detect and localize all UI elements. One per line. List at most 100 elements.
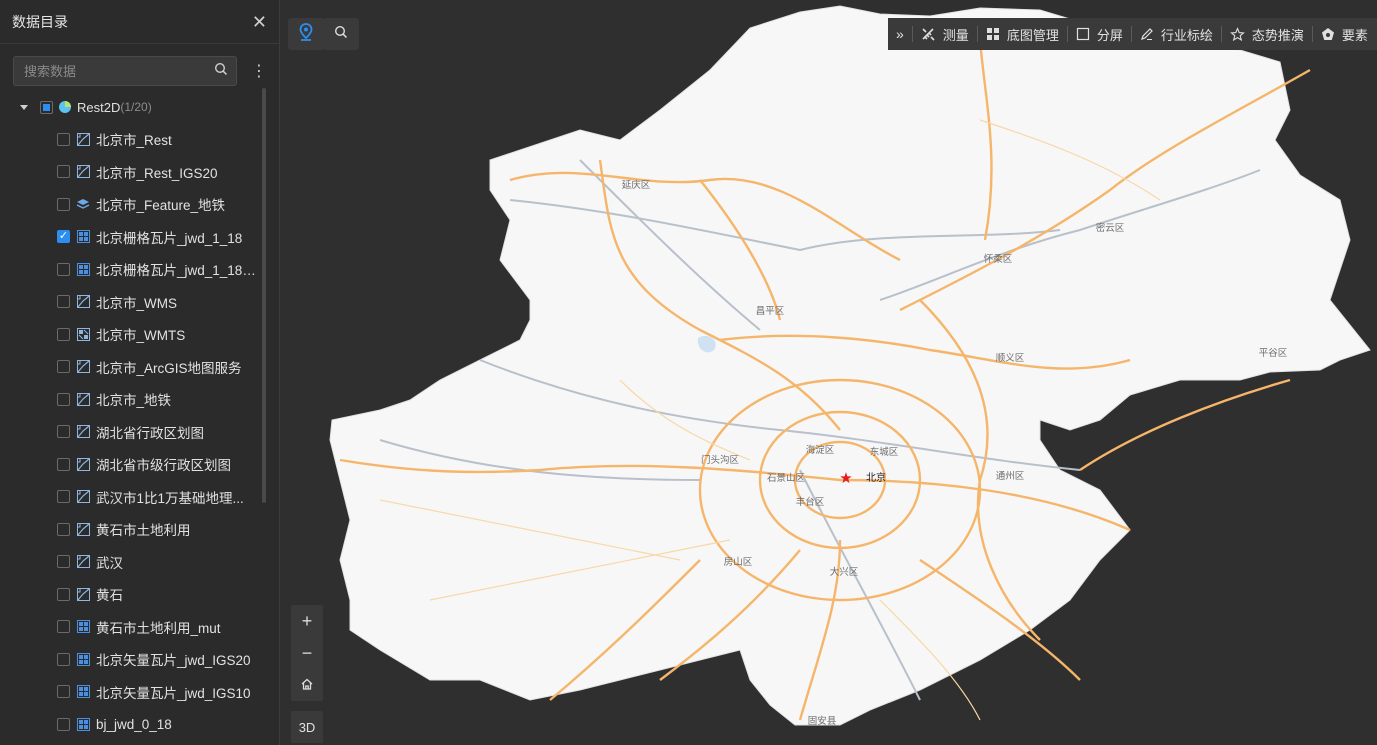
tree-layer-item[interactable]: 北京市_WMTS [0, 318, 262, 351]
toolbar-label: 分屏 [1096, 27, 1123, 43]
tree-layer-item[interactable]: 北京矢量瓦片_jwd_IGS20 [0, 643, 262, 676]
center-label: 北京 [866, 471, 886, 484]
layer-checkbox[interactable] [57, 522, 70, 536]
tree-layer-item[interactable]: 黄石市土地利用_mut [0, 611, 262, 644]
layer-checkbox[interactable] [57, 392, 70, 406]
district-label: 东城区 [870, 446, 899, 458]
plus-icon: + [301, 610, 313, 631]
layer-checkbox[interactable] [57, 717, 70, 731]
data-catalog-panel: 数据目录 ✕ ⋮ Rest2D(1/20) 北京市_Rest 北京市_Rest_I… [0, 0, 280, 745]
tile-layer-icon [76, 262, 90, 276]
tree-layer-item[interactable]: 北京矢量瓦片_jwd_IGS10 [0, 676, 262, 709]
tree-layer-item[interactable]: 北京市_Rest [0, 123, 262, 156]
tree-layer-item[interactable]: 湖北省行政区划图 [0, 416, 262, 449]
close-icon[interactable]: ✕ [252, 13, 267, 31]
layer-checkbox[interactable] [57, 457, 70, 471]
scrollbar[interactable] [262, 88, 266, 503]
tree-layer-item[interactable]: 北京市_Feature_地铁 [0, 188, 262, 221]
layer-label: 北京栅格瓦片_jwd_1_18 [96, 230, 243, 246]
tree-layer-item[interactable]: bj_jwd_0_18 [0, 708, 262, 741]
top-toolbar: » 测量 底图管理 分屏 行业标绘 态势推演 要素 [888, 18, 1377, 50]
tree-layer-item[interactable]: 北京栅格瓦片_jwd_1_18 [0, 221, 262, 254]
toolbar-label: 底图管理 [1006, 27, 1059, 43]
toolbar-label: 测量 [942, 27, 969, 43]
layer-label: bj_jwd_0_18 [96, 716, 172, 732]
home-button[interactable] [291, 669, 323, 701]
raster-layer-icon [76, 457, 90, 471]
layer-checkbox[interactable] [57, 197, 70, 211]
tree-layer-item[interactable]: 武汉 [0, 546, 262, 579]
map-canvas[interactable]: 延庆区 密云区 怀柔区 昌平区 顺义区 平谷区 门头沟区 海淀区 东城区 石景山区 通州区 丰台区 房山… [280, 0, 1377, 745]
raster-layer-icon [76, 490, 90, 504]
toolbar-label: 行业标绘 [1160, 27, 1213, 43]
district-label: 房山区 [724, 556, 753, 568]
layer-checkbox[interactable] [57, 425, 70, 439]
search-input[interactable] [22, 62, 214, 80]
zoom-controls: + − [291, 605, 323, 701]
raster-layer-icon [76, 132, 90, 146]
layer-checkbox[interactable] [57, 295, 70, 309]
layer-label: 北京市_Rest_IGS20 [96, 165, 218, 181]
tree-layer-item[interactable]: 武汉市1比1万基础地理... [0, 481, 262, 514]
layer-checkbox[interactable] [57, 327, 70, 341]
double-chevron-icon: » [896, 26, 904, 42]
layer-checkbox[interactable] [57, 262, 70, 276]
tile-layer-icon [76, 652, 90, 666]
search-icon [334, 25, 348, 44]
tree-layer-item[interactable]: 黄石 [0, 578, 262, 611]
layer-checkbox[interactable] [57, 132, 70, 146]
raster-layer-icon [76, 295, 90, 309]
layer-checkbox[interactable] [57, 620, 70, 634]
toolbar-ruler-button[interactable]: 测量 [913, 18, 977, 50]
layer-checkbox[interactable] [57, 555, 70, 569]
more-options-icon[interactable]: ⋮ [251, 61, 267, 81]
raster-layer-icon [76, 522, 90, 536]
tree-layer-item[interactable]: 北京市_ArcGIS地图服务 [0, 351, 262, 384]
expand-caret-icon[interactable] [20, 104, 28, 110]
district-label: 石景山区 [767, 473, 806, 484]
tile-layer-icon [76, 620, 90, 634]
tree-layer-item[interactable]: 北京市_WMS [0, 286, 262, 319]
layer-checkbox[interactable] [57, 587, 70, 601]
layer-checkbox[interactable] [57, 652, 70, 666]
toolbar-label: 态势推演 [1251, 27, 1304, 43]
layer-label: 武汉 [96, 555, 123, 571]
location-button[interactable] [288, 18, 324, 50]
service-pie-icon [59, 101, 71, 113]
basemap-grid-icon [986, 27, 1000, 41]
layer-checkbox[interactable] [57, 685, 70, 699]
stack-layer-icon [76, 197, 90, 211]
toolbar-pen-button[interactable]: 行业标绘 [1132, 18, 1221, 50]
district-label: 怀柔区 [984, 253, 1013, 265]
layer-label: 北京市_地铁 [96, 393, 172, 409]
toolbar-split-screen-button[interactable]: 分屏 [1068, 18, 1131, 50]
layer-checkbox[interactable] [57, 230, 70, 244]
tree-layer-item[interactable]: 湖北省市级行政区划图 [0, 448, 262, 481]
toolbar-basemap-grid-button[interactable]: 底图管理 [978, 18, 1067, 50]
raster-layer-icon [76, 360, 90, 374]
tree-layer-item[interactable]: 北京市_地铁 [0, 383, 262, 416]
layer-checkbox[interactable] [57, 360, 70, 374]
map-search-button[interactable] [323, 18, 359, 50]
layer-label: 北京矢量瓦片_jwd_IGS20 [96, 653, 251, 669]
toolbar-pentagon-button[interactable]: 要素 [1313, 18, 1376, 50]
tree-layer-item[interactable]: 黄石市土地利用 [0, 513, 262, 546]
zoom-in-button[interactable]: + [291, 605, 323, 637]
star-icon [1229, 26, 1245, 42]
tree-layer-item[interactable]: 北京栅格瓦片_jwd_1_18_... [0, 253, 262, 286]
collapse-toolbar-button[interactable]: » [888, 18, 912, 50]
toggle-3d-button[interactable]: 3D [291, 711, 323, 743]
root-label: Rest2D [77, 99, 121, 115]
tree-root-node[interactable]: Rest2D (1/20) [0, 91, 262, 123]
root-checkbox[interactable] [40, 100, 53, 114]
layer-checkbox[interactable] [57, 165, 70, 179]
location-pin-icon [299, 22, 313, 46]
raster-layer-icon [76, 165, 90, 179]
wmts-layer-icon [76, 327, 90, 341]
toolbar-star-button[interactable]: 态势推演 [1222, 18, 1312, 50]
layer-checkbox[interactable] [57, 490, 70, 504]
tree-layer-item[interactable]: 北京市_Rest_IGS20 [0, 156, 262, 189]
zoom-out-button[interactable]: − [291, 637, 323, 669]
district-label: 丰台区 [796, 496, 825, 508]
search-icon[interactable] [214, 62, 228, 81]
